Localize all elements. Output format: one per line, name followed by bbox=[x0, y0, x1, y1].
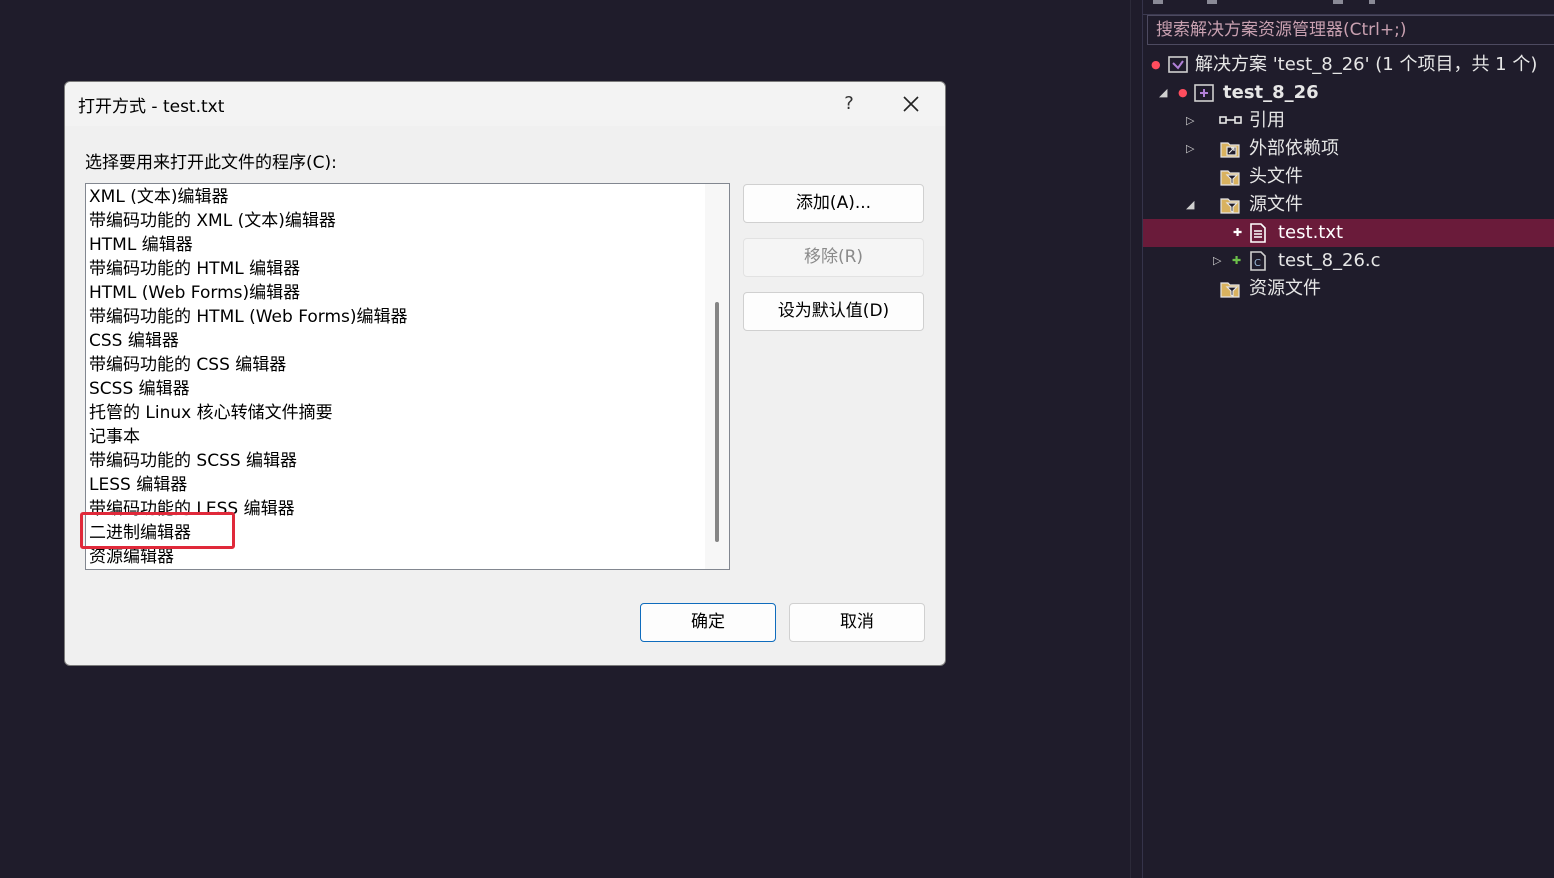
tree-item-header-files[interactable]: 头文件 bbox=[1143, 163, 1554, 191]
list-item[interactable]: XML (文本)编辑器 bbox=[89, 185, 228, 209]
tree-item-label: 外部依赖项 bbox=[1249, 138, 1339, 159]
list-item[interactable]: 记事本 bbox=[89, 425, 140, 449]
tree-item-test-txt[interactable]: ✚ test.txt bbox=[1143, 219, 1554, 247]
list-item[interactable]: HTML (Web Forms)编辑器 bbox=[89, 281, 300, 305]
tree-item-source-files[interactable]: ◢ 源文件 bbox=[1143, 191, 1554, 219]
collapse-arrow-icon[interactable]: ◢ bbox=[1186, 191, 1194, 219]
expand-arrow-icon[interactable]: ▷ bbox=[1213, 247, 1221, 275]
tree-item-external-deps[interactable]: ▷ 外部依赖项 bbox=[1143, 135, 1554, 163]
text-file-icon bbox=[1247, 222, 1269, 244]
close-icon bbox=[903, 96, 919, 112]
tree-item-label: 源文件 bbox=[1249, 194, 1303, 215]
solution-icon bbox=[1167, 54, 1189, 76]
cancel-button[interactable]: 取消 bbox=[789, 603, 925, 642]
toolbar-icon[interactable] bbox=[1369, 0, 1375, 4]
error-dot-icon: ● bbox=[1151, 58, 1161, 71]
filter-folder-icon bbox=[1219, 166, 1241, 188]
solution-explorer: 搜索解决方案资源管理器(Ctrl+;) ● 解决方案 'test_8_26' (… bbox=[1142, 0, 1554, 878]
dialog-title: 打开方式 - test.txt bbox=[78, 97, 225, 117]
remove-button[interactable]: 移除(R) bbox=[743, 238, 924, 277]
list-item[interactable]: HTML 编辑器 bbox=[89, 233, 193, 257]
list-scrollbar[interactable] bbox=[705, 184, 729, 569]
project-icon bbox=[1193, 82, 1215, 104]
svg-text:C: C bbox=[1254, 258, 1261, 269]
tree-item-label: 资源文件 bbox=[1249, 278, 1321, 299]
scroll-thumb[interactable] bbox=[715, 302, 719, 542]
set-default-button[interactable]: 设为默认值(D) bbox=[743, 292, 924, 331]
tree-item-test-c[interactable]: ▷ ✚ C test_8_26.c bbox=[1143, 247, 1554, 275]
list-item[interactable]: 带编码功能的 XML (文本)编辑器 bbox=[89, 209, 336, 233]
add-button[interactable]: 添加(A)... bbox=[743, 184, 924, 223]
explorer-toolbar bbox=[1143, 0, 1554, 15]
list-item[interactable]: 带编码功能的 SCSS 编辑器 bbox=[89, 449, 297, 473]
help-button[interactable]: ? bbox=[829, 88, 869, 120]
filter-folder-icon bbox=[1219, 194, 1241, 216]
expand-arrow-icon[interactable]: ▷ bbox=[1186, 107, 1194, 135]
list-item[interactable]: 带编码功能的 HTML 编辑器 bbox=[89, 257, 300, 281]
list-item[interactable]: 带编码功能的 HTML (Web Forms)编辑器 bbox=[89, 305, 408, 329]
tree-item-solution[interactable]: ● 解决方案 'test_8_26' (1 个项目，共 1 个) bbox=[1143, 51, 1554, 79]
tree-item-label: 解决方案 'test_8_26' (1 个项目，共 1 个) bbox=[1195, 54, 1538, 75]
list-item[interactable]: CSS 编辑器 bbox=[89, 329, 179, 353]
toolbar-icon[interactable] bbox=[1207, 0, 1217, 4]
tree-item-label: 引用 bbox=[1249, 110, 1285, 131]
list-item[interactable]: LESS 编辑器 bbox=[89, 473, 187, 497]
open-with-dialog: 打开方式 - test.txt ? 选择要用来打开此文件的程序(C): XML … bbox=[64, 81, 946, 666]
ok-button[interactable]: 确定 bbox=[640, 603, 776, 642]
program-list-label: 选择要用来打开此文件的程序(C): bbox=[85, 153, 337, 173]
annotation-highlight-box bbox=[80, 512, 235, 549]
tree-item-label: test.txt bbox=[1278, 222, 1344, 243]
tree-item-label: test_8_26.c bbox=[1278, 250, 1381, 271]
dialog-titlebar[interactable]: 打开方式 - test.txt ? bbox=[65, 82, 945, 126]
tree-item-label: test_8_26 bbox=[1223, 82, 1319, 103]
expand-arrow-icon[interactable]: ▷ bbox=[1186, 135, 1194, 163]
tree-item-label: 头文件 bbox=[1249, 166, 1303, 187]
toolbar-icon[interactable] bbox=[1153, 0, 1163, 4]
pending-add-icon: ✚ bbox=[1233, 226, 1243, 239]
tree-item-resource-files[interactable]: 资源文件 bbox=[1143, 275, 1554, 303]
external-deps-folder-icon bbox=[1219, 138, 1241, 160]
list-item[interactable]: 带编码功能的 CSS 编辑器 bbox=[89, 353, 286, 377]
list-item[interactable]: SCSS 编辑器 bbox=[89, 377, 190, 401]
explorer-search-input[interactable]: 搜索解决方案资源管理器(Ctrl+;) bbox=[1147, 15, 1554, 45]
tree-item-references[interactable]: ▷ 引用 bbox=[1143, 107, 1554, 135]
panel-splitter[interactable] bbox=[1130, 0, 1131, 878]
list-item[interactable]: 托管的 Linux 核心转储文件摘要 bbox=[89, 401, 333, 425]
toolbar-icon[interactable] bbox=[1333, 0, 1343, 4]
c-source-file-icon: C bbox=[1247, 250, 1269, 272]
filter-folder-icon bbox=[1219, 278, 1241, 300]
error-dot-icon: ● bbox=[1178, 86, 1188, 99]
references-icon bbox=[1219, 110, 1242, 132]
close-button[interactable] bbox=[891, 88, 931, 120]
pending-add-icon: ✚ bbox=[1232, 254, 1242, 267]
collapse-arrow-icon[interactable]: ◢ bbox=[1159, 79, 1167, 107]
tree-item-project[interactable]: ◢ ● test_8_26 bbox=[1143, 79, 1554, 107]
